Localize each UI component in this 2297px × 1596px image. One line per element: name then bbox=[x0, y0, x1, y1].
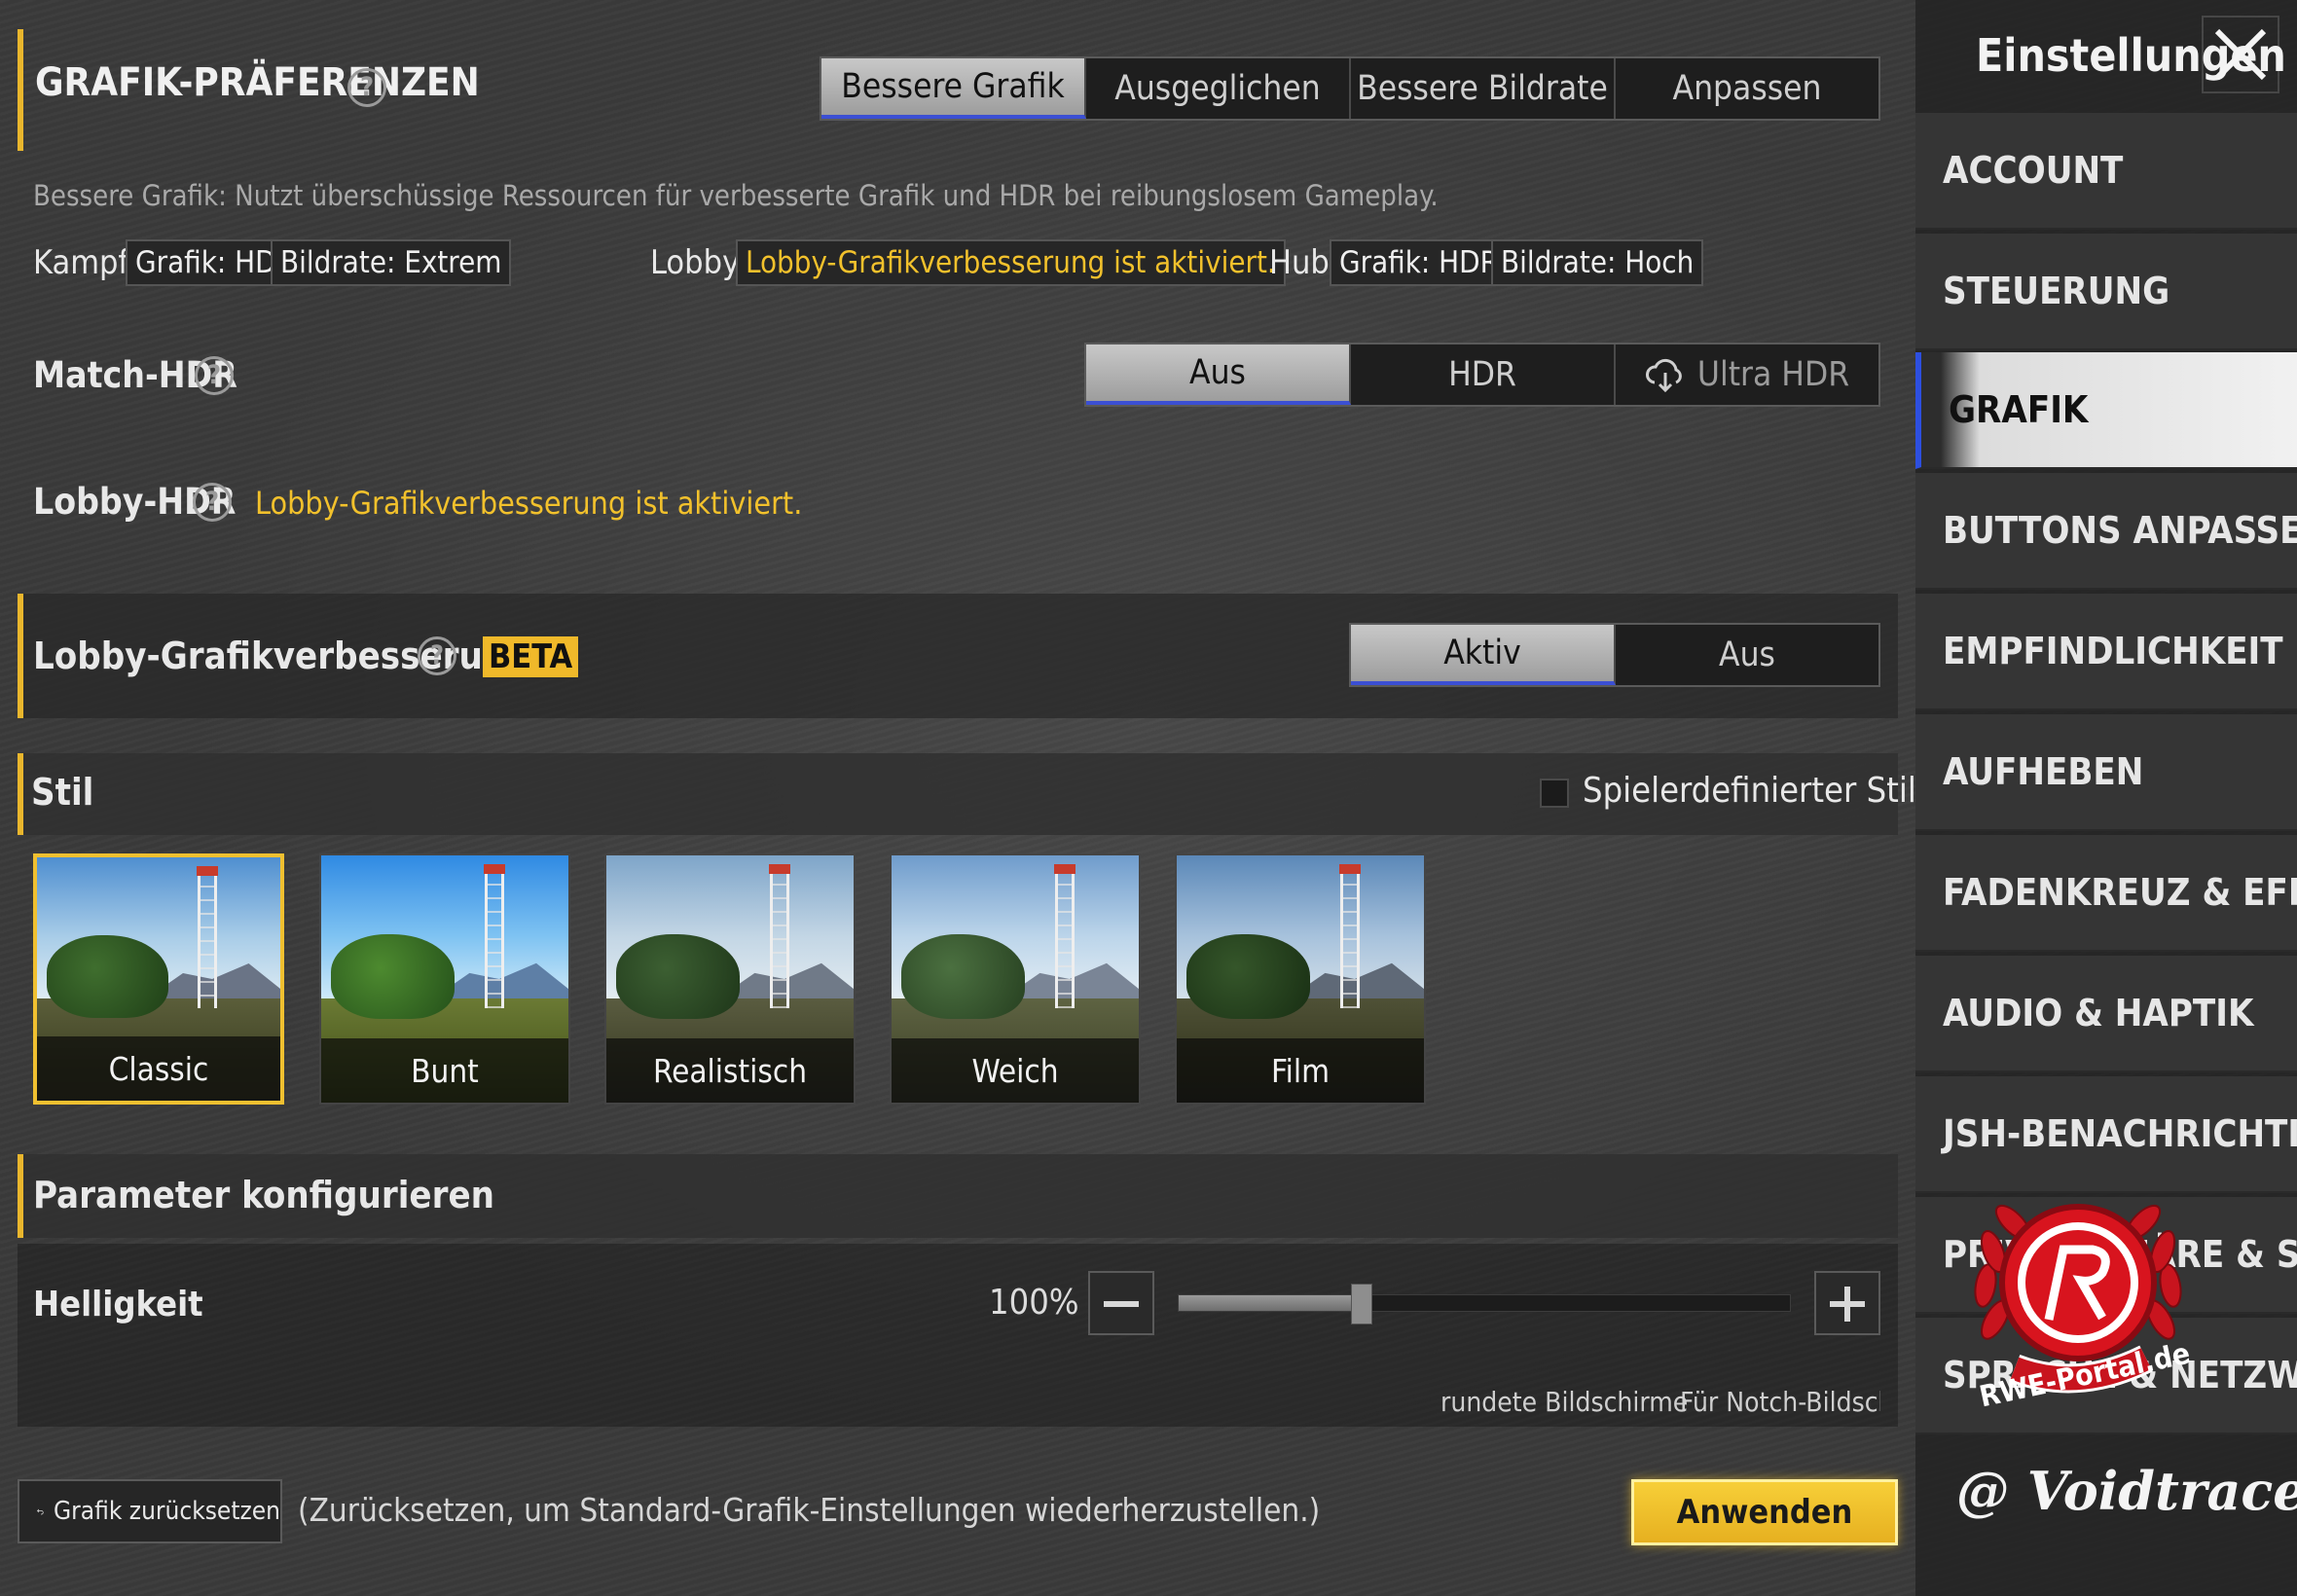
lobby-status-value: Lobby-Grafikverbesserung ist aktiviert. bbox=[736, 239, 1286, 286]
sidebar-item-buttons-anpassen[interactable]: BUTTONS ANPASSEN bbox=[1915, 473, 2297, 590]
sidebar-item-aufheben[interactable]: AUFHEBEN bbox=[1915, 714, 2297, 831]
hub-bildrate-value: Bildrate: Hoch bbox=[1491, 239, 1704, 286]
lobby-enhancement-selector: Aktiv Aus bbox=[1349, 623, 1880, 687]
sidebar-item-steuerung[interactable]: STEUERUNG bbox=[1915, 234, 2297, 350]
rwe-portal-logo: RWE-Portal.de bbox=[1956, 1174, 2200, 1417]
match-hdr-option-ultra-label: Ultra HDR bbox=[1696, 355, 1850, 394]
style-title: Stil bbox=[31, 771, 94, 814]
kampf-bildrate-value: Bildrate: Extrem bbox=[271, 239, 512, 286]
lobby-label: Lobby bbox=[650, 243, 741, 282]
lobby-enhancement-option-aktiv[interactable]: Aktiv bbox=[1351, 625, 1616, 685]
params-title: Parameter konfigurieren bbox=[33, 1174, 495, 1216]
sidebar-item-empfindlichkeit[interactable]: EMPFINDLICHKEIT bbox=[1915, 594, 2297, 710]
style-card-label: Realistisch bbox=[606, 1038, 854, 1103]
match-hdr-option-ultra[interactable]: Ultra HDR bbox=[1616, 345, 1878, 405]
apply-button[interactable]: Anwenden bbox=[1631, 1479, 1898, 1545]
sidebar-item-grafik[interactable]: GRAFIK bbox=[1915, 352, 2297, 469]
kampf-grafik-value: Grafik: HD bbox=[126, 239, 286, 286]
style-card-classic[interactable]: Classic bbox=[33, 853, 284, 1105]
lobby-enhancement-help-icon[interactable]: ? bbox=[418, 636, 456, 675]
style-card-bunt[interactable]: Bunt bbox=[319, 853, 570, 1105]
sidebar-item-audio[interactable]: AUDIO & HAPTIK bbox=[1915, 956, 2297, 1072]
custom-style-label: Spielerdefinierter Stil bbox=[1583, 771, 1916, 811]
reset-hint: (Zurücksetzen, um Standard-Grafik-Einste… bbox=[298, 1491, 1321, 1529]
graphics-preset-tabs: Bessere Grafik Ausgeglichen Bessere Bild… bbox=[820, 56, 1880, 121]
brightness-decrease-button[interactable] bbox=[1088, 1271, 1154, 1335]
cloud-download-icon bbox=[1645, 358, 1682, 393]
brightness-slider[interactable] bbox=[1178, 1284, 1791, 1324]
preset-description: Bessere Grafik: Nutzt überschüssige Ress… bbox=[33, 179, 1439, 212]
match-hdr-option-hdr[interactable]: HDR bbox=[1351, 345, 1616, 405]
match-hdr-option-aus[interactable]: Aus bbox=[1086, 345, 1351, 405]
rounded-screens-option[interactable]: rundete Bildschirme bbox=[1440, 1386, 1688, 1418]
style-card-film[interactable]: Film bbox=[1175, 853, 1426, 1105]
match-hdr-selector: Aus HDR Ultra HDR bbox=[1084, 343, 1880, 407]
brightness-increase-button[interactable] bbox=[1814, 1271, 1880, 1335]
match-hdr-help-icon[interactable]: ? bbox=[195, 356, 234, 395]
minus-icon bbox=[1104, 1301, 1139, 1307]
help-icon[interactable]: ? bbox=[347, 68, 386, 107]
sidebar-item-fadenkreuz[interactable]: FADENKREUZ & EFFEKTE bbox=[1915, 835, 2297, 952]
custom-style-checkbox[interactable] bbox=[1540, 779, 1569, 808]
style-card-label: Film bbox=[1177, 1038, 1424, 1103]
lobby-hdr-status: Lobby-Grafikverbesserung ist aktiviert. bbox=[255, 485, 803, 522]
kampf-label: Kampf bbox=[33, 243, 129, 282]
sidebar-item-account[interactable]: ACCOUNT bbox=[1915, 113, 2297, 230]
tab-ausgeglichen[interactable]: Ausgeglichen bbox=[1086, 58, 1351, 119]
style-card-label: Weich bbox=[892, 1038, 1139, 1103]
hub-grafik-value: Grafik: HDR bbox=[1330, 239, 1509, 286]
brightness-value: 100% bbox=[989, 1283, 1079, 1323]
style-card-label: Classic bbox=[37, 1036, 280, 1101]
close-button[interactable] bbox=[2202, 16, 2279, 93]
notch-screens-option[interactable]: Für Notch-Bildschirn bbox=[1680, 1386, 1880, 1418]
graphics-preferences-title: GRAFIK-PRÄFERENZEN bbox=[35, 60, 480, 105]
creator-credit: @ Voidtracer bbox=[1956, 1460, 2297, 1522]
tab-bessere-bildrate[interactable]: Bessere Bildrate bbox=[1351, 58, 1616, 119]
style-card-label: Bunt bbox=[321, 1038, 568, 1103]
undo-icon bbox=[37, 1508, 44, 1515]
tab-bessere-grafik[interactable]: Bessere Grafik bbox=[821, 58, 1086, 119]
tab-anpassen[interactable]: Anpassen bbox=[1616, 58, 1878, 119]
lobby-enhancement-option-aus[interactable]: Aus bbox=[1616, 625, 1878, 685]
reset-graphics-label: Grafik zurücksetzen bbox=[54, 1497, 280, 1526]
style-card-realistisch[interactable]: Realistisch bbox=[604, 853, 856, 1105]
style-card-weich[interactable]: Weich bbox=[890, 853, 1141, 1105]
hub-label: Hub bbox=[1269, 243, 1330, 282]
close-icon bbox=[2214, 28, 2267, 81]
reset-graphics-button[interactable]: Grafik zurücksetzen bbox=[18, 1479, 282, 1543]
brightness-slider-handle[interactable] bbox=[1351, 1284, 1373, 1324]
lobby-hdr-help-icon[interactable]: ? bbox=[193, 483, 232, 522]
beta-badge: BETA bbox=[483, 636, 579, 677]
brightness-label: Helligkeit bbox=[33, 1285, 203, 1324]
brightness-slider-fill bbox=[1179, 1295, 1363, 1311]
